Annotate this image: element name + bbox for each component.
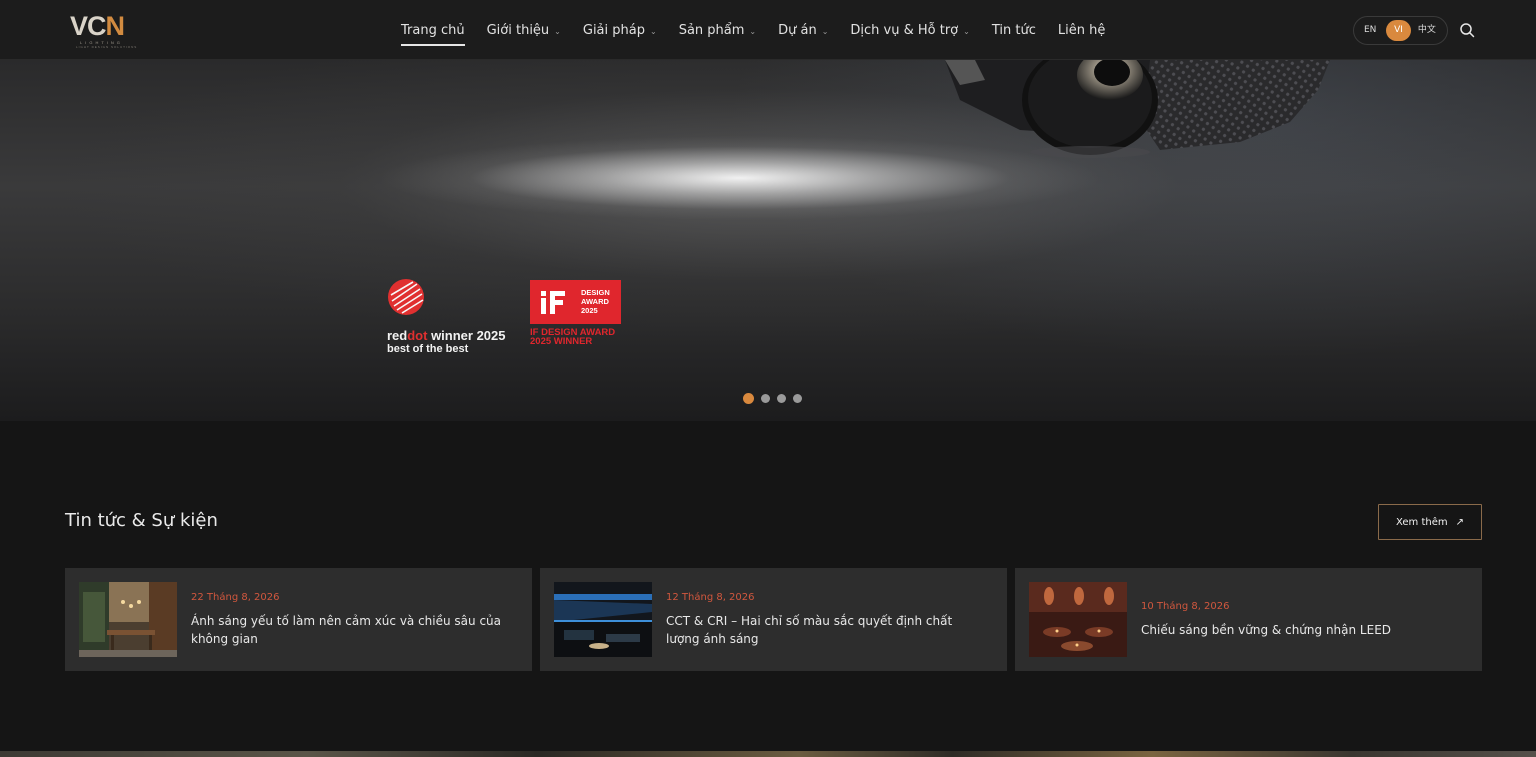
nav-item-label: Giải pháp (582, 22, 645, 38)
slider-pagination (743, 393, 809, 404)
nav-item[interactable]: Giới thiệu ⌄ (487, 0, 561, 60)
reddot-logo (388, 279, 424, 315)
news-date: 12 Tháng 8, 2026 (666, 592, 755, 603)
news-title: Ánh sáng yếu tố làm nên cảm xúc và chiều… (191, 614, 502, 646)
site-header: VCN LIGHTING LIGHT DESIGN SOLUTIONS Tran… (0, 0, 1536, 60)
language-option[interactable]: EN (1358, 20, 1382, 41)
search-icon[interactable] (1459, 22, 1475, 38)
news-card[interactable]: 12 Tháng 8, 2026 CCT & CRI – Hai chỉ số … (540, 568, 1007, 671)
hero-slider: reddot winner 2025 best of the best DESI… (0, 60, 1536, 421)
nav-item-label: Liên hệ (1057, 22, 1106, 38)
downlight-image (945, 60, 1330, 158)
arrow-up-right-icon: ↗ (1455, 516, 1465, 528)
news-section: Tin tức & Sự kiện Xem thêm ↗ 22 Tháng 8,… (0, 421, 1536, 751)
main-nav: Trang chủ Giới thiệu ⌄ Giải pháp ⌄ Sản phẩm ⌄ D… (401, 0, 1127, 60)
reddot-best-text: best of the best (387, 343, 469, 355)
language-switcher: EN VI 中文 (1353, 16, 1448, 45)
reddot-red: red (387, 328, 408, 343)
nav-item-label: Giới thiệu (486, 22, 550, 38)
view-more-button[interactable]: Xem thêm ↗ (1378, 504, 1482, 540)
if-mark (538, 287, 568, 317)
slider-dot[interactable] (743, 393, 754, 404)
news-thumbnail (79, 582, 177, 657)
slider-dot[interactable] (761, 394, 770, 403)
news-date: 22 Tháng 8, 2026 (191, 592, 280, 603)
nav-item[interactable]: Dịch vụ & Hỗ trợ ⌄ (850, 0, 969, 60)
news-thumbnail (1029, 582, 1127, 657)
slider-dot[interactable] (777, 394, 786, 403)
news-title: CCT & CRI – Hai chỉ số màu sắc quyết địn… (666, 614, 953, 646)
if-caption-line: 2025 WINNER (530, 336, 593, 347)
view-more-label: Xem thêm (1395, 516, 1448, 528)
news-title: Chiếu sáng bền vững & chứng nhận LEED (1141, 623, 1392, 637)
news-date: 10 Tháng 8, 2026 (1141, 601, 1230, 612)
if-text-line: DESIGN (581, 288, 610, 297)
nav-item[interactable]: Trang chủ (401, 0, 465, 60)
reddot-dot: dot (407, 328, 428, 343)
logo-wordmark: VCN (70, 11, 125, 41)
nav-item[interactable]: Giải pháp ⌄ (583, 0, 657, 60)
chevron-down-icon: ⌄ (554, 26, 561, 36)
reddot-winner: winner 2025 (427, 328, 506, 343)
nav-item[interactable]: Dự án ⌄ (778, 0, 828, 60)
if-award-caption: IF DESIGN AWARD 2025 WINNER (530, 328, 615, 347)
section-title: Tin tức & Sự kiện (65, 510, 218, 531)
next-section-preview (0, 751, 1536, 757)
nav-item-label: Trang chủ (401, 22, 465, 38)
vcn-logo[interactable]: VCN LIGHTING LIGHT DESIGN SOLUTIONS (70, 11, 144, 49)
nav-item-label: Tin tức (991, 22, 1036, 38)
nav-item-label: Dự án (778, 22, 817, 38)
chevron-down-icon: ⌄ (821, 26, 829, 36)
if-design-award-logo: DESIGN AWARD 2025 (530, 280, 621, 324)
active-underline (401, 44, 465, 46)
chevron-down-icon: ⌄ (963, 26, 970, 36)
nav-item[interactable]: Liên hệ (1058, 0, 1105, 60)
news-thumbnail (554, 582, 652, 657)
logo-tagline: LIGHT DESIGN SOLUTIONS (76, 45, 138, 49)
nav-item[interactable]: Sản phẩm ⌄ (679, 0, 756, 60)
news-card[interactable]: 10 Tháng 8, 2026 Chiếu sáng bền vững & c… (1015, 568, 1482, 671)
nav-item-label: Dịch vụ & Hỗ trợ (850, 22, 959, 38)
nav-item-label: Sản phẩm (678, 22, 745, 38)
if-text-line: AWARD (581, 297, 609, 306)
language-option[interactable]: 中文 (1415, 20, 1439, 41)
logo-n: N (105, 11, 125, 41)
slider-dot[interactable] (793, 394, 802, 403)
chevron-down-icon: ⌄ (649, 26, 657, 36)
chevron-down-icon: ⌄ (749, 26, 757, 36)
language-option[interactable]: VI (1386, 20, 1411, 41)
if-text-line: 2025 (581, 306, 598, 315)
reddot-winner-text: reddot winner 2025 (387, 328, 506, 343)
news-card[interactable]: 22 Tháng 8, 2026 Ánh sáng yếu tố làm nên… (65, 568, 532, 671)
if-award-text: DESIGN AWARD 2025 (581, 288, 610, 315)
nav-item[interactable]: Tin tức (992, 0, 1036, 60)
